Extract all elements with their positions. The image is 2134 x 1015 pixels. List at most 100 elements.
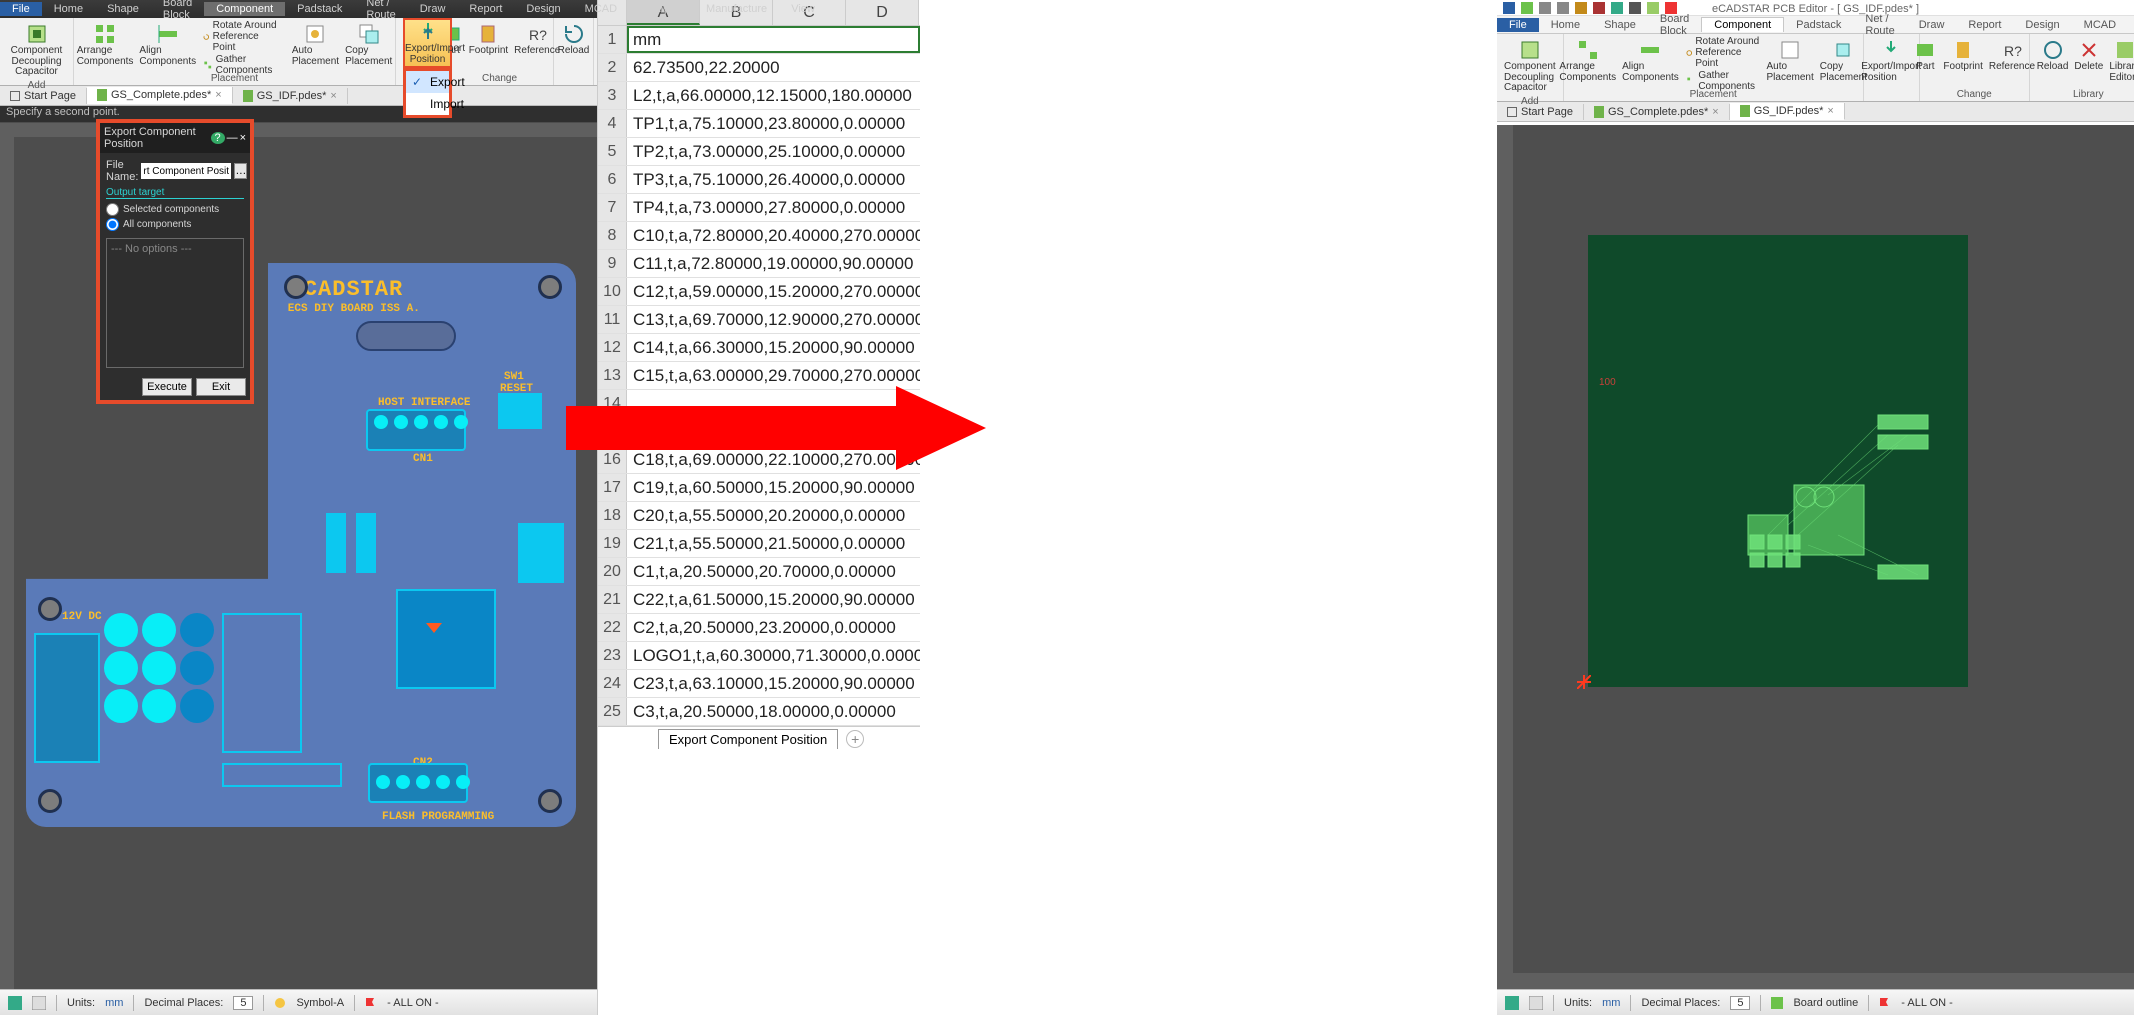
menu-home[interactable]: Home [1539, 18, 1592, 32]
row-number[interactable]: 21 [598, 586, 627, 613]
auto-placement-button[interactable]: Auto Placement [1764, 36, 1817, 86]
layer-icon[interactable] [1505, 996, 1519, 1010]
col-D[interactable]: D [846, 0, 919, 25]
row-number[interactable]: 22 [598, 614, 627, 641]
menu-mcad[interactable]: MCAD [573, 2, 629, 16]
doc-icon[interactable] [1529, 996, 1543, 1010]
execute-button[interactable]: Execute [142, 378, 192, 396]
arrange-components-button[interactable]: Arrange Components [74, 20, 137, 69]
cell[interactable]: mm [627, 26, 920, 53]
menu-padstack[interactable]: Padstack [285, 2, 354, 16]
row-number[interactable]: 5 [598, 138, 627, 165]
cell[interactable]: C10,t,a,72.80000,20.40000,270.00000 [627, 222, 920, 249]
menu-component[interactable]: Component [1701, 17, 1784, 32]
units-value[interactable]: mm [1602, 997, 1620, 1009]
menu-file[interactable]: File [0, 2, 42, 16]
menu-report[interactable]: Report [457, 2, 514, 16]
part-button[interactable]: Part [1910, 36, 1940, 86]
decimal-value[interactable]: 5 [233, 996, 253, 1010]
qa-redo-icon[interactable] [1557, 2, 1569, 14]
decimal-value[interactable]: 5 [1730, 996, 1750, 1010]
export-import-position-button[interactable]: Export/Import Position [403, 18, 452, 68]
cell[interactable]: C12,t,a,59.00000,15.20000,270.00000 [627, 278, 920, 305]
table-row[interactable]: 8C10,t,a,72.80000,20.40000,270.00000 [598, 222, 920, 250]
menu-report[interactable]: Report [1956, 18, 2013, 32]
allon-mode[interactable]: - ALL ON - [387, 997, 439, 1009]
tab-gs-complete[interactable]: GS_Complete.pdes*× [87, 87, 233, 104]
qa-icon[interactable] [1611, 2, 1623, 14]
cell[interactable]: C14,t,a,66.30000,15.20000,90.00000 [627, 334, 920, 361]
qa-icon[interactable] [1521, 2, 1533, 14]
help-icon[interactable]: ? [211, 132, 225, 144]
table-row[interactable]: 3L2,t,a,66.00000,12.15000,180.00000 [598, 82, 920, 110]
close-icon[interactable]: × [240, 132, 246, 144]
row-number[interactable]: 9 [598, 250, 627, 277]
menu-manufacture[interactable]: Manufacture [694, 2, 779, 16]
arrange-components-button[interactable]: Arrange Components [1556, 36, 1619, 86]
table-row[interactable]: 7TP4,t,a,73.00000,27.80000,0.00000 [598, 194, 920, 222]
file-name-input[interactable] [141, 163, 231, 179]
table-row[interactable]: 20C1,t,a,20.50000,20.70000,0.00000 [598, 558, 920, 586]
menu-shape[interactable]: Shape [1592, 18, 1648, 32]
table-row[interactable]: 9C11,t,a,72.80000,19.00000,90.00000 [598, 250, 920, 278]
doc-icon[interactable] [32, 996, 46, 1010]
table-row[interactable]: 17C19,t,a,60.50000,15.20000,90.00000 [598, 474, 920, 502]
table-row[interactable]: 25C3,t,a,20.50000,18.00000,0.00000 [598, 698, 920, 726]
menu-draw[interactable]: Draw [408, 2, 458, 16]
row-number[interactable]: 1 [598, 26, 627, 53]
symbol-mode[interactable]: Symbol-A [296, 997, 344, 1009]
library-editor-button[interactable]: Library Editor [2106, 36, 2134, 86]
cell[interactable]: C13,t,a,69.70000,12.90000,270.00000 [627, 306, 920, 333]
component-decoupling-button[interactable]: Component Decoupling Capacitor [1501, 36, 1559, 96]
row-number[interactable]: 13 [598, 362, 627, 389]
menu-shape[interactable]: Shape [95, 2, 151, 16]
table-row[interactable]: 22C2,t,a,20.50000,23.20000,0.00000 [598, 614, 920, 642]
table-row[interactable]: 21C22,t,a,61.50000,15.20000,90.00000 [598, 586, 920, 614]
minimize-icon[interactable]: — [227, 132, 238, 144]
qa-icon[interactable] [1629, 2, 1641, 14]
row-number[interactable]: 25 [598, 698, 627, 725]
row-number[interactable]: 11 [598, 306, 627, 333]
row-number[interactable]: 18 [598, 502, 627, 529]
close-icon[interactable]: × [1712, 106, 1718, 118]
row-number[interactable]: 10 [598, 278, 627, 305]
row-number[interactable]: 8 [598, 222, 627, 249]
close-icon[interactable]: × [215, 89, 221, 101]
table-row[interactable]: 6TP3,t,a,75.10000,26.40000,0.00000 [598, 166, 920, 194]
reload-button[interactable]: Reload [2034, 36, 2072, 86]
pcb-canvas-left[interactable]: eCADSTAR ECS DIY BOARD ISS A. HOST INTER… [0, 123, 597, 989]
footprint-button[interactable]: Footprint [1940, 36, 1985, 86]
menu-analysis[interactable]: Analysis [629, 2, 694, 16]
reload-button[interactable]: Reload [555, 20, 593, 59]
menu-file[interactable]: File [1497, 18, 1539, 32]
cell[interactable]: C11,t,a,72.80000,19.00000,90.00000 [627, 250, 920, 277]
component-decoupling-button[interactable]: Component Decoupling Capacitor [4, 20, 69, 80]
close-icon[interactable]: × [330, 90, 336, 102]
row-number[interactable]: 6 [598, 166, 627, 193]
table-row[interactable]: 4TP1,t,a,75.10000,23.80000,0.00000 [598, 110, 920, 138]
add-sheet-button[interactable]: + [846, 730, 864, 748]
table-row[interactable]: 24C23,t,a,63.10000,15.20000,90.00000 [598, 670, 920, 698]
table-row[interactable]: 262.73500,22.20000 [598, 54, 920, 82]
allon-mode[interactable]: - ALL ON - [1901, 997, 1953, 1009]
selected-components-radio[interactable]: Selected components [106, 202, 244, 217]
cell[interactable]: C15,t,a,63.00000,29.70000,270.00000 [627, 362, 920, 389]
cell[interactable]: TP1,t,a,75.10000,23.80000,0.00000 [627, 110, 920, 137]
cell[interactable]: C23,t,a,63.10000,15.20000,90.00000 [627, 670, 920, 697]
cell[interactable]: TP4,t,a,73.00000,27.80000,0.00000 [627, 194, 920, 221]
qa-icon[interactable] [1575, 2, 1587, 14]
tab-gs-complete[interactable]: GS_Complete.pdes*× [1584, 104, 1730, 120]
row-number[interactable]: 23 [598, 642, 627, 669]
table-row[interactable]: 23LOGO1,t,a,60.30000,71.30000,0.00000 [598, 642, 920, 670]
delete-button[interactable]: Delete [2071, 36, 2106, 86]
cell[interactable]: C21,t,a,55.50000,21.50000,0.00000 [627, 530, 920, 557]
menu-analysis[interactable]: Analysis [2128, 18, 2134, 32]
row-number[interactable]: 19 [598, 530, 627, 557]
table-row[interactable]: 18C20,t,a,55.50000,20.20000,0.00000 [598, 502, 920, 530]
board-outline-mode[interactable]: Board outline [1793, 997, 1858, 1009]
qa-icon[interactable] [1503, 2, 1515, 14]
table-row[interactable]: 10C12,t,a,59.00000,15.20000,270.00000 [598, 278, 920, 306]
export-menu-export[interactable]: Export [406, 71, 449, 93]
cell[interactable]: C20,t,a,55.50000,20.20000,0.00000 [627, 502, 920, 529]
qa-icon[interactable] [1593, 2, 1605, 14]
